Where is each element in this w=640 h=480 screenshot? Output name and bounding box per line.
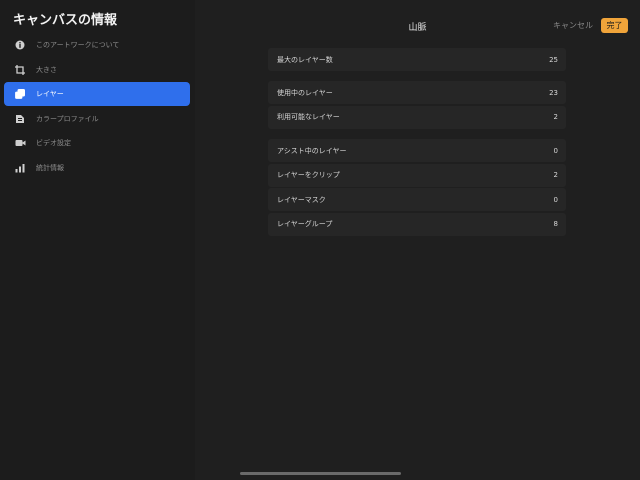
video-camera-icon	[14, 137, 26, 149]
list-item: 使用中のレイヤー 23	[268, 81, 566, 104]
row-label: レイヤーをクリップ	[277, 171, 340, 179]
sidebar-item-label: ビデオ設定	[36, 139, 71, 147]
main-panel: 山脈 キャンセル 完了 最大のレイヤー数 25 使用中のレイヤー 23 利用可能…	[195, 0, 640, 480]
home-indicator[interactable]	[240, 472, 401, 475]
done-button[interactable]: 完了	[601, 18, 628, 33]
sidebar-item-label: カラープロファイル	[36, 114, 99, 123]
list-item: レイヤーマスク 0	[268, 188, 566, 211]
sidebar-item-about-artwork[interactable]: このアートワークについて	[4, 33, 190, 57]
layer-types-group: アシスト中のレイヤー 0 レイヤーをクリップ 2 レイヤーマスク 0 レイヤーグ…	[268, 139, 566, 237]
row-value: 0	[553, 195, 558, 204]
info-icon	[14, 39, 26, 51]
list-item: 最大のレイヤー数 25	[268, 48, 566, 71]
sidebar-item-size[interactable]: 大きさ	[4, 58, 190, 82]
row-label: 使用中のレイヤー	[277, 88, 333, 97]
sidebar: キャンバスの情報 このアートワークについて 大きさ レイヤー カラープロファイル	[0, 0, 195, 480]
row-label: レイヤーマスク	[277, 195, 326, 204]
sidebar-title: キャンバスの情報	[13, 13, 118, 28]
list-item: レイヤーをクリップ 2	[268, 163, 566, 187]
sidebar-list: このアートワークについて 大きさ レイヤー カラープロファイル ビデオ設定 統計…	[4, 33, 190, 180]
sidebar-item-video-settings[interactable]: ビデオ設定	[4, 131, 190, 155]
row-value: 0	[553, 146, 558, 155]
list-item: レイヤーグループ 8	[268, 212, 566, 236]
row-label: 最大のレイヤー数	[277, 55, 333, 64]
sidebar-item-label: レイヤー	[36, 90, 64, 98]
sidebar-item-label: 統計情報	[36, 163, 64, 172]
row-value: 2	[553, 171, 558, 179]
row-label: アシスト中のレイヤー	[277, 146, 347, 155]
sidebar-item-label: このアートワークについて	[36, 41, 120, 49]
list-item: アシスト中のレイヤー 0	[268, 139, 566, 162]
crop-icon	[14, 64, 26, 76]
list-item: 利用可能なレイヤー 2	[268, 105, 566, 129]
sidebar-item-color-profile[interactable]: カラープロファイル	[4, 107, 190, 131]
sidebar-item-layers[interactable]: レイヤー	[4, 82, 190, 106]
color-profile-icon	[14, 113, 26, 125]
layers-icon	[14, 88, 26, 100]
row-value: 25	[549, 55, 558, 64]
max-layers-group: 最大のレイヤー数 25	[268, 48, 566, 73]
sidebar-item-label: 大きさ	[36, 65, 57, 74]
layer-usage-group: 使用中のレイヤー 23 利用可能なレイヤー 2	[268, 81, 566, 130]
row-value: 8	[553, 220, 558, 228]
row-label: 利用可能なレイヤー	[277, 113, 340, 121]
sidebar-item-statistics[interactable]: 統計情報	[4, 156, 190, 180]
row-value: 2	[553, 113, 558, 121]
cancel-button[interactable]: キャンセル	[553, 20, 593, 31]
bar-chart-icon	[14, 162, 26, 174]
row-value: 23	[549, 88, 558, 97]
row-label: レイヤーグループ	[277, 220, 333, 228]
